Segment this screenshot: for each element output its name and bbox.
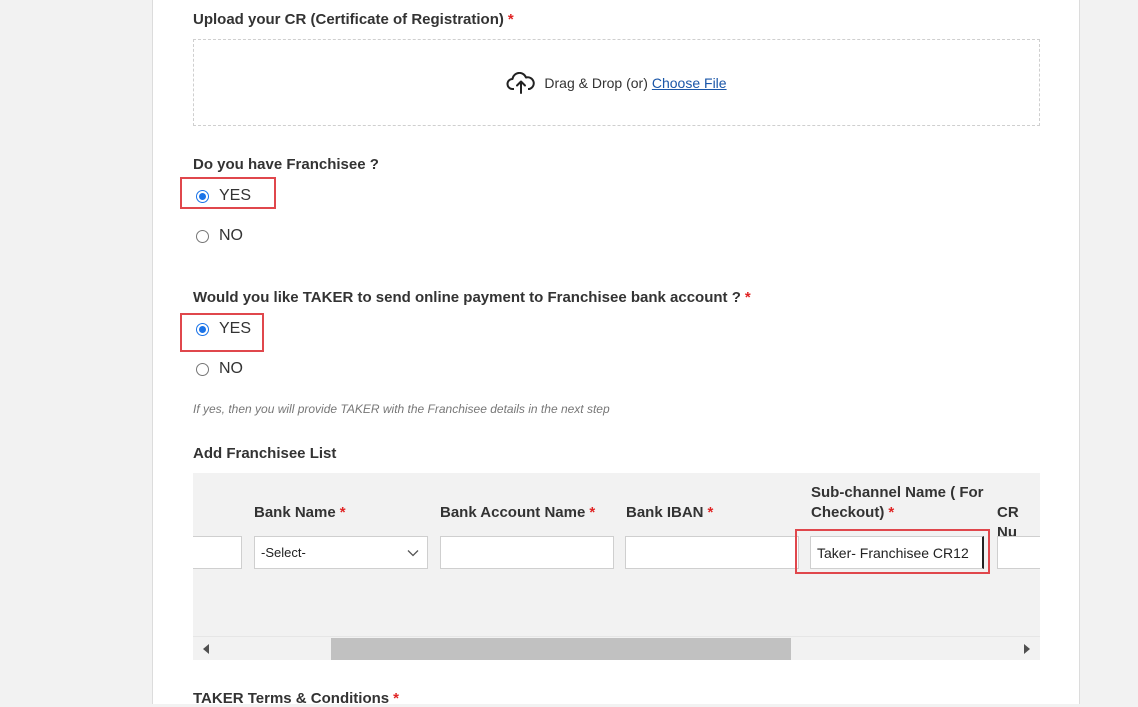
- required-mark: *: [744, 289, 751, 306]
- column-header-text: Bank IBAN: [626, 504, 704, 521]
- previous-column-input[interactable]: [193, 536, 242, 569]
- required-mark: *: [888, 504, 895, 521]
- radio-button-checked[interactable]: [196, 189, 209, 203]
- radio-button[interactable]: [196, 229, 209, 243]
- cr-number-input[interactable]: [997, 536, 1040, 569]
- column-header-text: Bank Name: [254, 504, 336, 521]
- required-mark: *: [707, 504, 714, 521]
- column-header-bank-iban: Bank IBAN *: [626, 503, 713, 523]
- upload-cr-label: Upload your CR (Certificate of Registrat…: [193, 11, 514, 28]
- terms-label: TAKER Terms & Conditions *: [193, 690, 399, 707]
- bank-iban-input[interactable]: [625, 536, 799, 569]
- cloud-upload-icon: [506, 71, 536, 94]
- column-header-bank-name: Bank Name *: [254, 503, 346, 523]
- column-header-text-line2: Checkout): [811, 504, 885, 521]
- radio-button-checked[interactable]: [196, 322, 209, 336]
- terms-label-text: TAKER Terms & Conditions: [193, 690, 390, 707]
- franchisee-question-label: Do you have Franchisee ?: [193, 156, 379, 173]
- horizontal-scrollbar[interactable]: [193, 636, 1040, 660]
- column-header-text-line1: Sub-channel Name ( For: [811, 484, 984, 501]
- payment-question-label: Would you like TAKER to send online paym…: [193, 289, 751, 306]
- payment-no-option[interactable]: NO: [196, 360, 243, 378]
- radio-button[interactable]: [196, 362, 209, 376]
- payment-hint-text: If yes, then you will provide TAKER with…: [193, 402, 610, 416]
- upload-cr-label-text: Upload your CR (Certificate of Registrat…: [193, 11, 504, 28]
- radio-label-no: NO: [219, 360, 243, 377]
- required-mark: *: [589, 504, 596, 521]
- franchisee-no-option[interactable]: NO: [196, 227, 243, 245]
- required-mark: *: [393, 690, 399, 707]
- bank-account-name-input[interactable]: [440, 536, 614, 569]
- drag-drop-text: Drag & Drop (or): [544, 74, 648, 91]
- scroll-left-arrow-icon[interactable]: [203, 644, 209, 654]
- payment-yes-option[interactable]: YES: [196, 320, 251, 338]
- column-header-sub-channel-name: Sub-channel Name ( For Checkout) *: [811, 483, 1001, 523]
- radio-label-yes: YES: [219, 187, 252, 204]
- scroll-right-arrow-icon[interactable]: [1024, 644, 1030, 654]
- column-header-text: Bank Account Name: [440, 504, 586, 521]
- payment-question-text: Would you like TAKER to send online paym…: [193, 289, 741, 306]
- annotation-highlight: [795, 529, 990, 574]
- franchisee-list-title: Add Franchisee List: [193, 445, 337, 462]
- bank-name-select[interactable]: -Select-: [254, 536, 428, 569]
- bank-name-select-value: -Select-: [261, 545, 306, 560]
- file-dropzone[interactable]: Drag & Drop (or) Choose File: [193, 39, 1040, 126]
- column-header-bank-account-name: Bank Account Name *: [440, 503, 595, 523]
- chevron-down-icon: [407, 550, 419, 557]
- choose-file-link[interactable]: Choose File: [652, 75, 727, 91]
- required-mark: *: [507, 11, 514, 28]
- scrollbar-thumb[interactable]: [331, 638, 791, 660]
- radio-label-no: NO: [219, 227, 243, 244]
- franchisee-yes-option[interactable]: YES: [196, 187, 251, 205]
- radio-label-yes: YES: [219, 320, 252, 337]
- required-mark: *: [339, 504, 346, 521]
